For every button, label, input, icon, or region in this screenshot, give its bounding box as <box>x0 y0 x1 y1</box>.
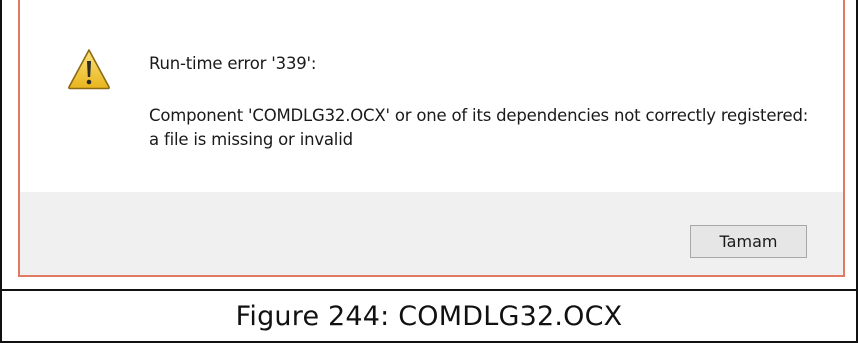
error-dialog: Run-time error '339': Component 'COMDLG3… <box>18 0 845 277</box>
error-title: Run-time error '339': <box>149 54 317 73</box>
ok-button[interactable]: Tamam <box>690 225 807 258</box>
warning-icon <box>68 49 110 90</box>
figure-caption-cell: Figure 244: COMDLG32.OCX <box>0 289 858 343</box>
figure-frame: Run-time error '339': Component 'COMDLG3… <box>0 0 858 291</box>
figure-caption: Figure 244: COMDLG32.OCX <box>235 300 623 332</box>
dialog-content-area: Run-time error '339': Component 'COMDLG3… <box>20 0 843 192</box>
error-message: Component 'COMDLG32.OCX' or one of its d… <box>149 106 809 149</box>
